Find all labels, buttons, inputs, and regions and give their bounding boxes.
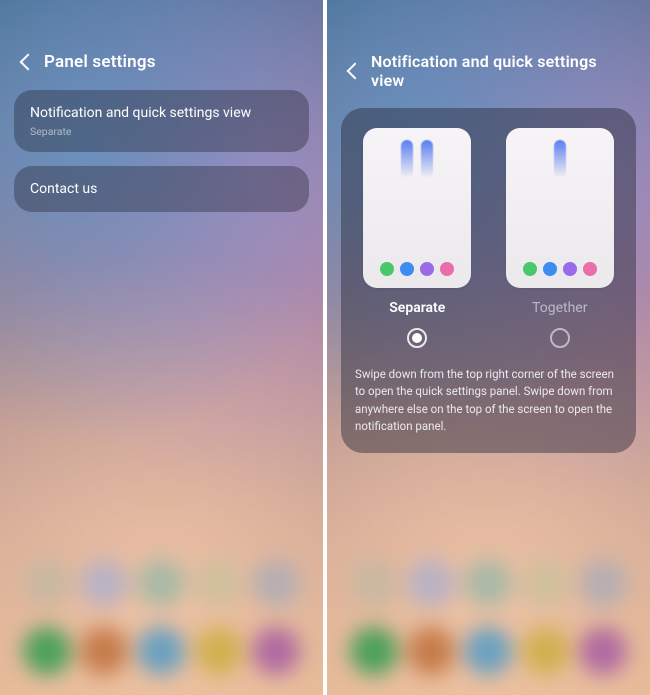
view-option-card: Separate Together Swipe down from the t xyxy=(341,108,636,453)
dock-app-icon xyxy=(195,627,243,675)
option-label: Separate xyxy=(389,300,445,316)
settings-list: Notification and quick settings view Sep… xyxy=(0,90,323,212)
option-together[interactable]: Together xyxy=(498,128,623,348)
swipe-indicator-icon xyxy=(554,140,566,178)
page-title: Panel settings xyxy=(44,52,156,72)
dock-app-icon xyxy=(137,627,185,675)
option-label: Together xyxy=(532,300,587,316)
app-dot-icon xyxy=(440,262,454,276)
row-title: Notification and quick settings view xyxy=(30,105,293,122)
row-contact-us[interactable]: Contact us xyxy=(14,166,309,212)
dock-app-icon xyxy=(23,627,71,675)
swipe-indicator-icon xyxy=(421,140,433,178)
dock-app-icon xyxy=(23,559,71,607)
app-dot-icon xyxy=(420,262,434,276)
app-dot-icon xyxy=(563,262,577,276)
app-dot-icon xyxy=(543,262,557,276)
dock-app-icon xyxy=(407,559,455,607)
swipe-indicator-icon xyxy=(401,140,413,178)
dock-app-icon xyxy=(579,559,627,607)
page-title: Notification and quick settings view xyxy=(371,52,632,90)
header: Notification and quick settings view xyxy=(327,0,650,108)
screen-notification-view: Notification and quick settings view Sep… xyxy=(327,0,650,695)
row-subtitle: Separate xyxy=(30,125,293,138)
home-dock xyxy=(327,535,650,695)
preview-dock xyxy=(506,262,614,276)
preview-separate xyxy=(363,128,471,288)
preview-together xyxy=(506,128,614,288)
dock-app-icon xyxy=(522,559,570,607)
option-separate[interactable]: Separate xyxy=(355,128,480,348)
dock-app-icon xyxy=(252,627,300,675)
dock-app-icon xyxy=(195,559,243,607)
app-dot-icon xyxy=(400,262,414,276)
dock-app-icon xyxy=(80,627,128,675)
row-title: Contact us xyxy=(30,181,293,198)
dock-app-icon xyxy=(407,627,455,675)
app-dot-icon xyxy=(523,262,537,276)
preview-dock xyxy=(363,262,471,276)
header: Panel settings xyxy=(0,0,323,90)
dock-app-icon xyxy=(252,559,300,607)
dock-app-icon xyxy=(80,559,128,607)
back-icon[interactable] xyxy=(347,63,364,80)
dock-app-icon xyxy=(522,627,570,675)
dock-app-icon xyxy=(350,559,398,607)
screen-panel-settings: Panel settings Notification and quick se… xyxy=(0,0,323,695)
view-options: Separate Together xyxy=(355,128,622,348)
radio-together[interactable] xyxy=(550,328,570,348)
dock-app-icon xyxy=(464,559,512,607)
dock-app-icon xyxy=(350,627,398,675)
back-icon[interactable] xyxy=(20,54,37,71)
dock-app-icon xyxy=(137,559,185,607)
dock-app-icon xyxy=(464,627,512,675)
option-description: Swipe down from the top right corner of … xyxy=(355,366,622,435)
dock-app-icon xyxy=(579,627,627,675)
radio-separate[interactable] xyxy=(407,328,427,348)
app-dot-icon xyxy=(583,262,597,276)
row-notification-quick-settings-view[interactable]: Notification and quick settings view Sep… xyxy=(14,90,309,152)
app-dot-icon xyxy=(380,262,394,276)
home-dock xyxy=(0,535,323,695)
